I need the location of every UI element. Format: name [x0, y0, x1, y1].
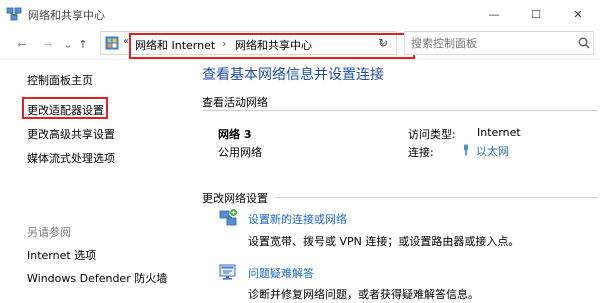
sidebar-item-advanced-sharing[interactable]: 更改高级共享设置: [27, 126, 115, 142]
active-networks-divider: [202, 110, 598, 111]
breadcrumb-sharing-center[interactable]: 网络和共享中心: [235, 37, 312, 53]
back-arrow-icon: ←: [17, 37, 27, 51]
minimize-icon: —: [488, 7, 500, 21]
close-button[interactable]: ✕: [558, 0, 598, 28]
access-type-value: Internet: [477, 126, 521, 139]
access-type-label: 访问类型:: [408, 128, 456, 141]
search-icon[interactable]: [578, 37, 590, 49]
close-icon: ✕: [573, 7, 583, 21]
page-title: 查看基本网络信息并设置连接: [202, 67, 384, 83]
refresh-icon[interactable]: ↻: [378, 36, 394, 52]
troubleshoot-icon: [218, 262, 238, 282]
up-arrow-icon: ↑: [78, 37, 88, 51]
change-settings-divider: [276, 197, 598, 198]
back-button[interactable]: ←: [14, 34, 30, 54]
minimize-button[interactable]: —: [474, 0, 514, 28]
maximize-icon: ☐: [531, 7, 541, 21]
breadcrumb-separator-icon[interactable]: ›: [222, 37, 226, 50]
address-bar[interactable]: « 网络和 Internet › 网络和共享中心 ⌄: [100, 31, 415, 59]
sidebar-item-media-streaming[interactable]: 媒体流式处理选项: [27, 150, 115, 166]
search-input[interactable]: [405, 32, 575, 54]
troubleshoot-desc: 诊断并修复网络问题，或者获得疑难解答信息。: [248, 288, 479, 301]
forward-arrow-icon: →: [43, 37, 53, 51]
ethernet-icon: [460, 144, 472, 156]
window-title: 网络和共享中心: [28, 9, 105, 22]
see-also-title: 另请参阅: [27, 226, 71, 239]
sidebar-item-change-adapter-settings[interactable]: 更改适配器设置: [27, 102, 104, 118]
search-box[interactable]: [404, 31, 594, 55]
see-also-firewall[interactable]: Windows Defender 防火墙: [27, 270, 167, 286]
control-panel-icon: [105, 36, 119, 50]
setup-new-connection-link[interactable]: 设置新的连接或网络: [248, 211, 347, 227]
see-also-internet-options[interactable]: Internet 选项: [27, 247, 96, 263]
recent-locations-button[interactable]: ⌄: [62, 34, 74, 54]
forward-button[interactable]: →: [40, 34, 56, 54]
ethernet-connection-link[interactable]: 以太网: [476, 143, 509, 159]
up-button[interactable]: ↑: [76, 34, 90, 54]
network-name: 网络 3: [218, 128, 252, 141]
breadcrumb-network-internet[interactable]: 网络和 Internet: [135, 37, 215, 53]
title-bar: 网络和共享中心 — ☐ ✕: [0, 0, 600, 28]
network-type-link[interactable]: 公用网络: [218, 144, 262, 160]
sidebar-item-control-panel-home[interactable]: 控制面板主页: [27, 72, 93, 88]
connection-label: 连接:: [408, 146, 434, 159]
main-content: 查看基本网络信息并设置连接 查看活动网络 网络 3 公用网络 访问类型: Int…: [190, 61, 600, 303]
setup-new-connection-desc: 设置宽带、拨号或 VPN 连接；或设置路由器或接入点。: [248, 235, 520, 248]
network-center-icon: [6, 7, 22, 21]
troubleshoot-link[interactable]: 问题疑难解答: [248, 265, 314, 281]
navigation-bar: ← → ⌄ ↑ « 网络和 Internet › 网络和共享中心 ⌄ ↻: [0, 28, 600, 60]
left-pane: 控制面板主页 更改适配器设置 更改高级共享设置 媒体流式处理选项 另请参阅 In…: [0, 61, 180, 303]
active-networks-title: 查看活动网络: [202, 96, 268, 109]
maximize-button[interactable]: ☐: [516, 0, 556, 28]
new-connection-icon: [218, 208, 238, 228]
chevron-down-icon: ⌄: [63, 37, 73, 51]
change-settings-title: 更改网络设置: [202, 192, 268, 205]
